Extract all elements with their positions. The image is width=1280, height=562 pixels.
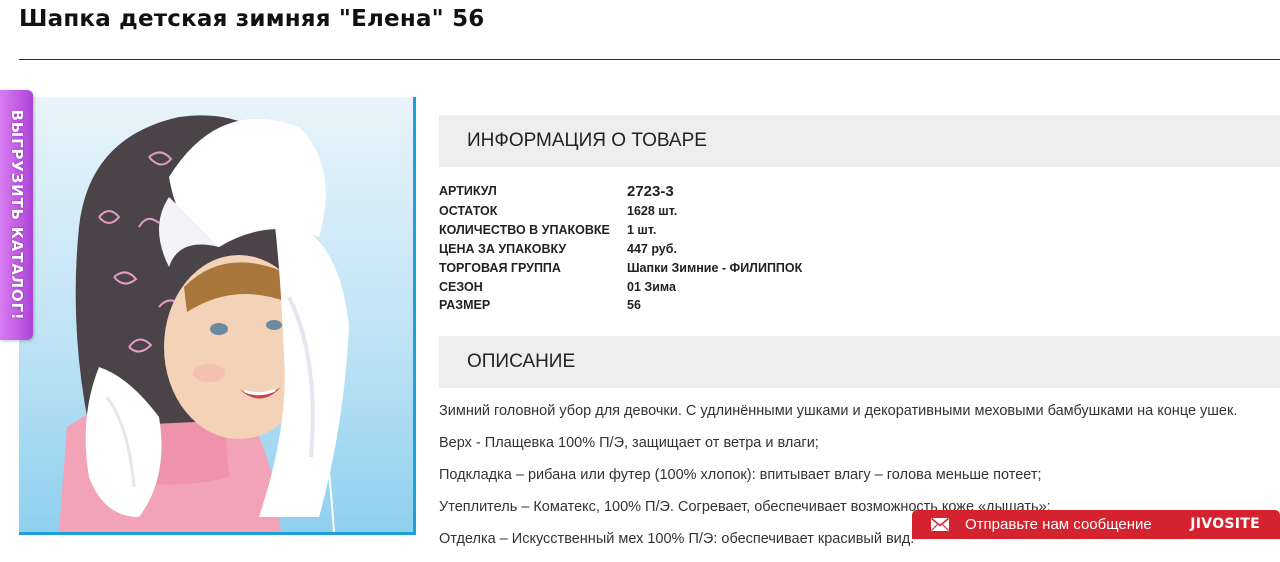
spec-value: 1628 шт. [627,204,678,219]
spec-key: РАЗМЕР [439,298,491,313]
chat-widget-button[interactable]: Отправьте нам сообщение JIVOSITE [912,510,1280,539]
spec-key: СЕЗОН [439,279,483,294]
spec-value: 01 Зима [627,279,676,294]
description-heading: ОПИСАНИЕ [439,336,1280,388]
spec-row-article: АРТИКУЛ 2723-3 [439,180,1039,202]
spec-row-pack-price: ЦЕНА ЗА УПАКОВКУ 447 руб. [439,240,1039,259]
chat-widget-label: Отправьте нам сообщение [965,516,1152,533]
spec-row-size: РАЗМЕР 56 [439,296,1039,315]
mail-icon [931,518,949,531]
description-paragraph: Подкладка – рибана или футер (100% хлопо… [439,467,1042,483]
spec-key: ОСТАТОК [439,204,498,219]
description-paragraph: Зимний головной убор для девочки. С удли… [439,403,1238,419]
spec-row-stock: ОСТАТОК 1628 шт. [439,202,1039,221]
download-catalog-label: ВЫГРУЗИТЬ КАТАЛОГ! [7,109,26,321]
page-title: Шапка детская зимняя "Елена" 56 [19,6,485,32]
spec-value: 447 руб. [627,241,677,256]
spec-value: 56 [627,298,641,313]
jivosite-logo: JIVOSITE [1190,516,1260,532]
spec-key: ЦЕНА ЗА УПАКОВКУ [439,241,567,256]
spec-row-pack-quantity: КОЛИЧЕСТВО В УПАКОВКЕ 1 шт. [439,221,1039,240]
spec-value: 2723-3 [627,182,674,200]
description-paragraph: Верх - Плащевка 100% П/Э, защищает от ве… [439,435,819,451]
spec-value: Шапки Зимние - ФИЛИППОК [627,260,803,275]
spec-row-season: СЕЗОН 01 Зима [439,277,1039,296]
spec-key: ТОРГОВАЯ ГРУППА [439,260,561,275]
download-catalog-tab[interactable]: ВЫГРУЗИТЬ КАТАЛОГ! [0,90,33,340]
spec-row-trade-group: ТОРГОВАЯ ГРУППА Шапки Зимние - ФИЛИППОК [439,258,1039,277]
spec-value: 1 шт. [627,223,657,238]
product-specs: АРТИКУЛ 2723-3 ОСТАТОК 1628 шт. КОЛИЧЕСТ… [439,180,1039,315]
spec-key: КОЛИЧЕСТВО В УПАКОВКЕ [439,223,610,238]
spec-key: АРТИКУЛ [439,184,497,198]
product-photo[interactable] [19,97,416,535]
title-divider [19,59,1280,60]
product-photo-illustration [59,115,349,532]
product-info-heading: ИНФОРМАЦИЯ О ТОВАРЕ [439,115,1280,167]
